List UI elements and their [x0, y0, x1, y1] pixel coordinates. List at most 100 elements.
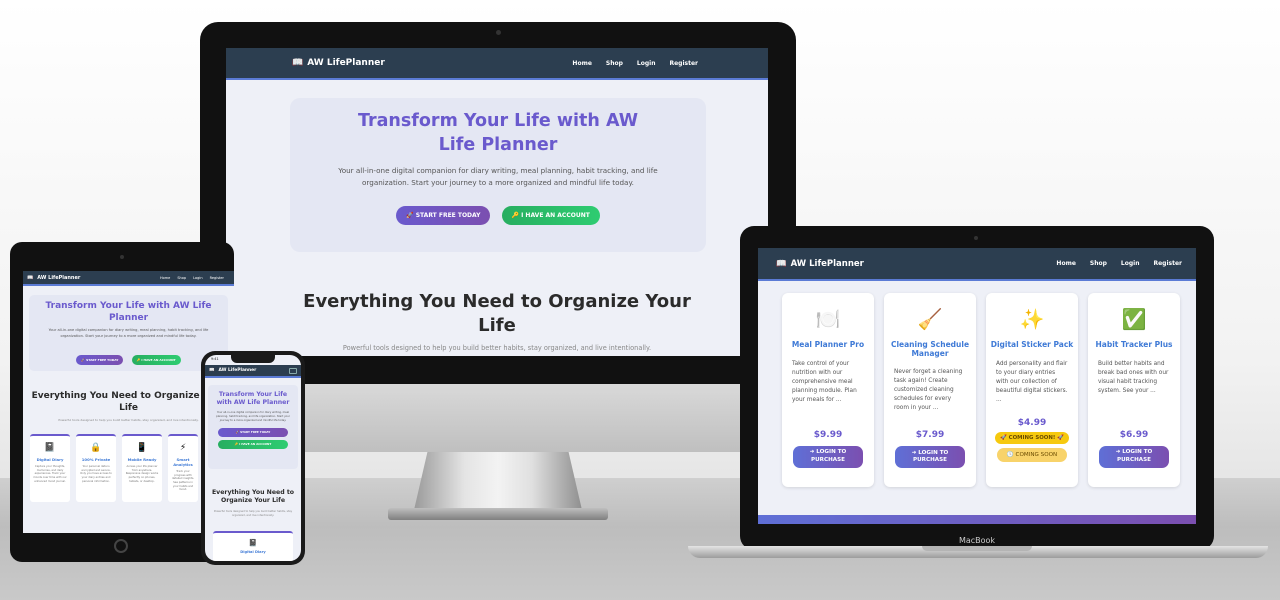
feature-desc: Your personal data is encrypted and secu… [80, 465, 112, 483]
product-name[interactable]: Cleaning Schedule Manager [884, 340, 976, 358]
imac-camera [496, 30, 501, 35]
coming-soon-button[interactable]: 🕒 COMING SOON [997, 447, 1067, 462]
product-desc: Build better habits and break bad ones w… [1098, 360, 1169, 394]
have-account-button[interactable]: 🔑 I HAVE AN ACCOUNT [218, 439, 288, 449]
sparkles-icon: ✨ [1019, 307, 1045, 331]
brand[interactable]: 📖 AW LifePlanner [27, 275, 80, 281]
start-free-button[interactable]: 🚀 START FREE TODAY [396, 206, 491, 225]
product-name[interactable]: Meal Planner Pro [782, 340, 874, 350]
feature-name: Digital Diary [240, 550, 266, 554]
brand[interactable]: 📖 AW LifePlanner [776, 259, 864, 269]
nav-shop[interactable]: Shop [606, 60, 623, 67]
navbar: 📖 AW LifePlanner Home Shop Login Registe… [23, 271, 234, 286]
feature-name: Mobile Ready [127, 457, 157, 462]
nav-links: Home Shop Login Register [572, 60, 698, 67]
brand[interactable]: 📖 AW LifePlanner [292, 58, 385, 68]
lightning-icon: ⚡ [179, 443, 187, 453]
hero-title: Transform Your Life with AW Life Planner [45, 301, 212, 323]
plate-icon: 🍽️ [815, 307, 841, 331]
product-price: $7.99 [915, 430, 945, 441]
product-name[interactable]: Habit Tracker Plus [1088, 340, 1180, 350]
features-subtitle: Powerful tools designed to help you buil… [58, 418, 199, 422]
product-desc: Add personality and flair to your diary … [996, 360, 1068, 403]
product-card: ✨ Digital Sticker Pack Add personality a… [986, 293, 1078, 487]
book-icon: 📖 [292, 58, 304, 68]
nav-login[interactable]: Login [1121, 260, 1140, 267]
features-title: Everything You Need to Organize Your Lif… [303, 291, 691, 337]
tablet-home-button[interactable] [114, 539, 128, 553]
product-desc: Take control of your nutrition with our … [792, 360, 857, 403]
nav-links: Home Shop Login Register [1056, 260, 1182, 267]
product-card: 🧹 Cleaning Schedule Manager Never forget… [884, 293, 976, 487]
nav-login[interactable]: Login [637, 60, 656, 67]
book-icon: 📖 [209, 368, 215, 373]
login-to-purchase-button[interactable]: ➜ LOGIN TO PURCHASE [895, 446, 965, 469]
start-free-button[interactable]: 🚀 START FREE TODAY [218, 427, 288, 437]
navbar: 📖 AW LifePlanner Home Shop Login Registe… [758, 248, 1196, 281]
imac-stand [414, 452, 582, 510]
feature-desc: Track your progress with detailed insigh… [171, 470, 195, 492]
checkmark-icon: ✅ [1121, 307, 1147, 331]
nav-home[interactable]: Home [572, 60, 591, 67]
nav-register[interactable]: Register [1153, 260, 1182, 267]
laptop-screen: 📖 AW LifePlanner Home Shop Login Registe… [758, 248, 1196, 524]
start-free-button[interactable]: 🚀 START FREE TODAY [76, 354, 124, 365]
nav-links: Home Shop Login Register [160, 276, 224, 280]
hero-title: Transform Your Life with AW Life Planner [216, 391, 290, 407]
tablet-camera [120, 255, 124, 259]
features-title: Everything You Need to Organize Your Lif… [211, 489, 295, 505]
hero-card: Transform Your Life with AW Life Planner… [208, 385, 298, 469]
menu-toggle-icon[interactable] [289, 367, 297, 374]
hero-text: Your all-in-one digital companion for di… [338, 166, 658, 188]
phone-screen: 9:41 📖 AW LifePlanner Transform Your Lif… [205, 355, 301, 561]
hero-title: Transform Your Life with AW Life Planner [357, 111, 639, 155]
nav-login[interactable]: Login [193, 276, 202, 280]
have-account-button[interactable]: 🔑 I HAVE AN ACCOUNT [131, 354, 181, 365]
brand-name: AW LifePlanner [37, 274, 81, 281]
feature-card: 📱 Mobile Ready Access your life planner … [122, 434, 162, 502]
hero-text: Your all-in-one digital companion for di… [48, 328, 209, 339]
nav-shop[interactable]: Shop [177, 276, 186, 280]
product-card: ✅ Habit Tracker Plus Build better habits… [1088, 293, 1180, 487]
feature-card: 🔒 100% Private Your personal data is enc… [76, 434, 116, 502]
product-name[interactable]: Digital Sticker Pack [986, 340, 1078, 350]
hero-card: Transform Your Life with AW Life Planner… [29, 295, 228, 371]
login-to-purchase-button[interactable]: ➜ LOGIN TO PURCHASE [1099, 445, 1169, 468]
nav-home[interactable]: Home [1056, 260, 1075, 267]
feature-desc: Access your life planner from anywhere. … [125, 465, 159, 483]
product-card: 🍽️ Meal Planner Pro Take control of your… [782, 293, 874, 487]
brand[interactable]: 📖 AW LifePlanner [209, 368, 256, 373]
phone-notch [231, 355, 275, 363]
feature-desc: Capture your thoughts, memories, and dai… [33, 465, 67, 483]
phone-icon: 📱 [136, 443, 148, 453]
feature-card: ⚡ Smart Analytics Track your progress wi… [168, 434, 198, 502]
broom-icon: 🧹 [917, 307, 943, 331]
have-account-button[interactable]: 🔑 I HAVE AN ACCOUNT [501, 206, 600, 225]
hero-card: Transform Your Life with AW Life Planner… [290, 98, 706, 252]
book-icon: 📖 [27, 274, 34, 281]
navbar: 📖 AW LifePlanner Home Shop Login Registe… [226, 48, 768, 80]
diary-icon: 📓 [248, 539, 258, 547]
product-price: $4.99 [1017, 417, 1047, 428]
product-price: $6.99 [1119, 429, 1149, 440]
footer-bar [758, 515, 1196, 524]
book-icon: 📖 [776, 258, 787, 269]
laptop-label: MacBook [958, 536, 996, 545]
login-to-purchase-button[interactable]: ➜ LOGIN TO PURCHASE [793, 445, 863, 468]
feature-card: 📓 Digital Diary Capture your thoughts, m… [30, 434, 70, 502]
navbar: 📖 AW LifePlanner [205, 365, 301, 378]
feature-card: 📓 Digital Diary [213, 531, 293, 561]
features-title: Everything You Need to Organize Your Lif… [31, 391, 226, 413]
brand-name: AW LifePlanner [790, 258, 864, 269]
nav-register[interactable]: Register [210, 276, 224, 280]
nav-register[interactable]: Register [669, 60, 698, 67]
product-price: $9.99 [813, 429, 843, 440]
imac-base [388, 508, 608, 520]
brand-name: AW LifePlanner [307, 58, 385, 68]
features-subtitle: Powerful tools designed to help you buil… [213, 510, 293, 517]
nav-shop[interactable]: Shop [1090, 260, 1107, 267]
nav-home[interactable]: Home [160, 276, 170, 280]
hero-text: Your all-in-one digital companion for di… [216, 411, 290, 422]
imac-screen: 📖 AW LifePlanner Home Shop Login Registe… [226, 48, 768, 356]
coming-soon-badge: 🚀 COMING SOON! 🚀 [995, 431, 1069, 444]
